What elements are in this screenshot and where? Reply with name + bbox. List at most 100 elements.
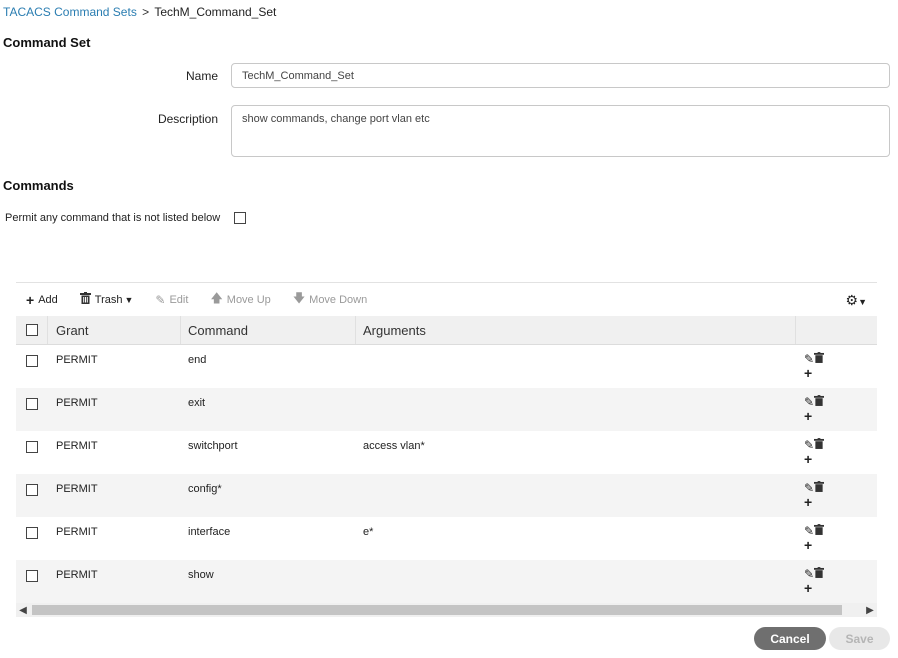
edit-icon[interactable]: ✎ bbox=[804, 438, 814, 452]
move-down-label: Move Down bbox=[309, 293, 368, 306]
header-actions bbox=[796, 316, 877, 344]
move-up-button[interactable]: 🡅 Move Up bbox=[210, 289, 270, 310]
command-cell: interface bbox=[188, 526, 231, 538]
description-label: Description bbox=[157, 112, 218, 126]
row-checkbox[interactable] bbox=[26, 398, 38, 410]
permit-any-row: Permit any command that is not listed be… bbox=[5, 212, 247, 224]
edit-icon[interactable]: ✎ bbox=[804, 524, 814, 538]
name-label: Name bbox=[185, 69, 218, 83]
name-input[interactable] bbox=[231, 63, 890, 88]
grant-cell: PERMIT bbox=[56, 526, 98, 538]
arguments-cell bbox=[356, 474, 796, 517]
arguments-cell bbox=[356, 345, 796, 388]
arrow-up-icon: 🡅 bbox=[210, 291, 223, 305]
permit-any-label: Permit any command that is not listed be… bbox=[5, 212, 221, 224]
breadcrumb-current: TechM_Command_Set bbox=[154, 5, 277, 19]
table-row[interactable]: PERMIT interface e* ✎ + bbox=[16, 517, 877, 560]
command-cell: config* bbox=[188, 483, 222, 495]
grant-cell: PERMIT bbox=[56, 440, 98, 452]
plus-icon[interactable]: + bbox=[804, 366, 812, 380]
edit-icon[interactable]: ✎ bbox=[804, 352, 814, 366]
move-down-button[interactable]: 🡇 Move Down bbox=[293, 289, 367, 310]
scroll-right-icon[interactable]: ▶ bbox=[863, 605, 877, 616]
chevron-down-icon: ▼ bbox=[124, 294, 134, 305]
edit-button[interactable]: ✎ Edit bbox=[155, 293, 188, 307]
command-set-title: Command Set bbox=[3, 35, 91, 50]
row-actions: ✎ + bbox=[804, 567, 832, 596]
arguments-cell bbox=[356, 388, 796, 431]
grant-cell: PERMIT bbox=[56, 569, 98, 581]
plus-icon: + bbox=[26, 291, 35, 308]
row-checkbox[interactable] bbox=[26, 570, 38, 582]
table-row[interactable]: PERMIT exit ✎ + bbox=[16, 388, 877, 431]
horizontal-scrollbar[interactable]: ◀ ▶ bbox=[16, 603, 877, 617]
row-checkbox[interactable] bbox=[26, 527, 38, 539]
row-actions: ✎ + bbox=[804, 481, 832, 510]
row-checkbox[interactable] bbox=[26, 484, 38, 496]
table-header: Grant Command Arguments bbox=[16, 316, 877, 345]
gear-icon: ⚙ bbox=[845, 292, 859, 308]
chevron-down-icon: ▼ bbox=[858, 297, 867, 307]
save-button[interactable]: Save bbox=[829, 627, 890, 650]
plus-icon[interactable]: + bbox=[804, 452, 812, 466]
trash-icon[interactable] bbox=[814, 524, 825, 538]
trash-icon[interactable] bbox=[814, 395, 825, 409]
header-command[interactable]: Command bbox=[181, 316, 356, 344]
edit-icon[interactable]: ✎ bbox=[804, 481, 814, 495]
table-row[interactable]: PERMIT end ✎ + bbox=[16, 345, 877, 388]
commands-title: Commands bbox=[3, 178, 74, 193]
table-row[interactable]: PERMIT show ✎ + bbox=[16, 560, 877, 603]
trash-icon[interactable] bbox=[814, 438, 825, 452]
settings-button[interactable]: ⚙▼ bbox=[846, 292, 867, 309]
select-all-checkbox[interactable] bbox=[25, 324, 38, 336]
edit-icon[interactable]: ✎ bbox=[804, 567, 814, 581]
command-cell: end bbox=[188, 354, 207, 366]
row-actions: ✎ + bbox=[804, 438, 832, 467]
plus-icon[interactable]: + bbox=[804, 581, 812, 595]
trash-icon bbox=[79, 292, 91, 307]
move-up-label: Move Up bbox=[226, 293, 271, 306]
edit-icon: ✎ bbox=[155, 292, 166, 307]
table-row[interactable]: PERMIT config* ✎ + bbox=[16, 474, 877, 517]
trash-icon[interactable] bbox=[814, 481, 825, 495]
table-row[interactable]: PERMIT switchport access vlan* ✎ + bbox=[16, 431, 877, 474]
row-checkbox[interactable] bbox=[26, 355, 38, 367]
arguments-cell bbox=[356, 560, 796, 603]
header-arguments[interactable]: Arguments bbox=[356, 316, 796, 344]
edit-icon[interactable]: ✎ bbox=[804, 395, 814, 409]
commands-table: Grant Command Arguments PERMIT end ✎ + P… bbox=[16, 316, 877, 603]
plus-icon[interactable]: + bbox=[804, 495, 812, 509]
breadcrumb: TACACS Command Sets > TechM_Command_Set bbox=[3, 5, 276, 19]
grant-cell: PERMIT bbox=[56, 483, 98, 495]
grant-cell: PERMIT bbox=[56, 354, 98, 366]
plus-icon[interactable]: + bbox=[804, 409, 812, 423]
command-cell: switchport bbox=[188, 440, 238, 452]
trash-icon[interactable] bbox=[814, 352, 825, 366]
commands-toolbar: + Add Trash ▼ ✎ Edit 🡅 Move Up 🡇 Move Do… bbox=[16, 282, 877, 316]
add-button[interactable]: + Add bbox=[26, 292, 58, 308]
row-actions: ✎ + bbox=[804, 524, 832, 553]
arguments-cell: e* bbox=[363, 526, 374, 538]
row-actions: ✎ + bbox=[804, 395, 832, 424]
permit-any-checkbox[interactable] bbox=[234, 212, 247, 224]
trash-button[interactable]: Trash ▼ bbox=[79, 292, 134, 307]
cancel-button[interactable]: Cancel bbox=[754, 627, 826, 650]
trash-label: Trash bbox=[94, 293, 123, 306]
add-label: Add bbox=[38, 293, 58, 306]
edit-label: Edit bbox=[169, 293, 189, 306]
plus-icon[interactable]: + bbox=[804, 538, 812, 552]
scrollbar-thumb[interactable] bbox=[32, 605, 842, 615]
row-actions: ✎ + bbox=[804, 352, 832, 381]
header-grant[interactable]: Grant bbox=[48, 316, 181, 344]
trash-icon[interactable] bbox=[814, 567, 825, 581]
scroll-left-icon[interactable]: ◀ bbox=[16, 605, 30, 616]
row-checkbox[interactable] bbox=[26, 441, 38, 453]
breadcrumb-separator: > bbox=[142, 5, 150, 19]
breadcrumb-parent-link[interactable]: TACACS Command Sets bbox=[3, 5, 137, 19]
grant-cell: PERMIT bbox=[56, 397, 98, 409]
command-cell: exit bbox=[188, 397, 206, 409]
description-textarea[interactable]: show commands, change port vlan etc bbox=[231, 105, 890, 157]
command-cell: show bbox=[188, 569, 214, 581]
arguments-cell: access vlan* bbox=[363, 440, 425, 452]
arrow-down-icon: 🡇 bbox=[292, 291, 306, 305]
